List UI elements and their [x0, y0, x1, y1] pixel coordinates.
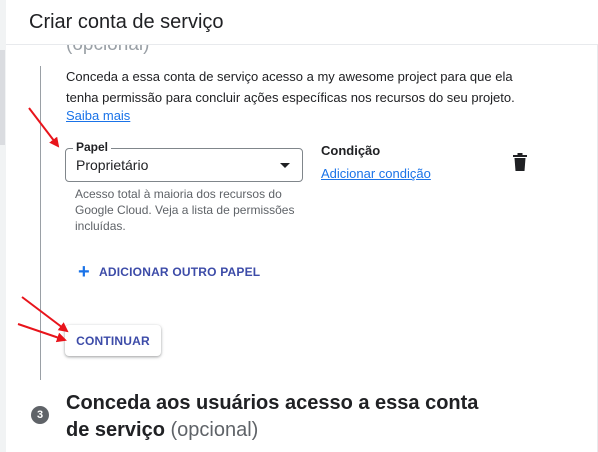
scrollbar-thumb[interactable] [0, 50, 5, 145]
add-another-role-label: ADICIONAR OUTRO PAPEL [99, 265, 261, 279]
page-title: Criar conta de serviço [29, 11, 224, 33]
step2-description: Conceda a essa conta de serviço acesso a… [66, 69, 515, 105]
continue-button-label: CONTINUAR [76, 334, 150, 348]
annotation-arrow-continue-upper [21, 296, 69, 333]
step3-title[interactable]: Conceda aos usuários acesso a essa conta… [66, 390, 486, 444]
left-gutter [0, 0, 6, 452]
step3-number-badge: 3 [31, 406, 49, 424]
stepper-line [40, 66, 41, 380]
annotation-arrow-role [28, 107, 60, 148]
condition-title: Condição [321, 143, 381, 158]
role-select[interactable]: Papel Proprietário [65, 140, 303, 182]
role-select-value: Proprietário [76, 157, 149, 173]
step3-title-text: Conceda aos usuários acesso a essa conta… [66, 392, 479, 441]
continue-button[interactable]: CONTINUAR [65, 325, 161, 356]
dropdown-caret-icon [280, 163, 290, 168]
role-select-label: Papel [73, 140, 112, 154]
role-hint: Acesso total à maioria dos recursos do G… [75, 187, 295, 233]
add-condition-link[interactable]: Adicionar condição [321, 166, 431, 181]
plus-icon: + [78, 261, 90, 283]
page-header: Criar conta de serviço [6, 0, 598, 45]
learn-more-link[interactable]: Saiba mais [66, 108, 130, 123]
step3-optional-label: (opcional) [170, 419, 259, 441]
annotation-arrow-continue-lower [17, 323, 67, 343]
delete-icon[interactable] [513, 153, 527, 171]
